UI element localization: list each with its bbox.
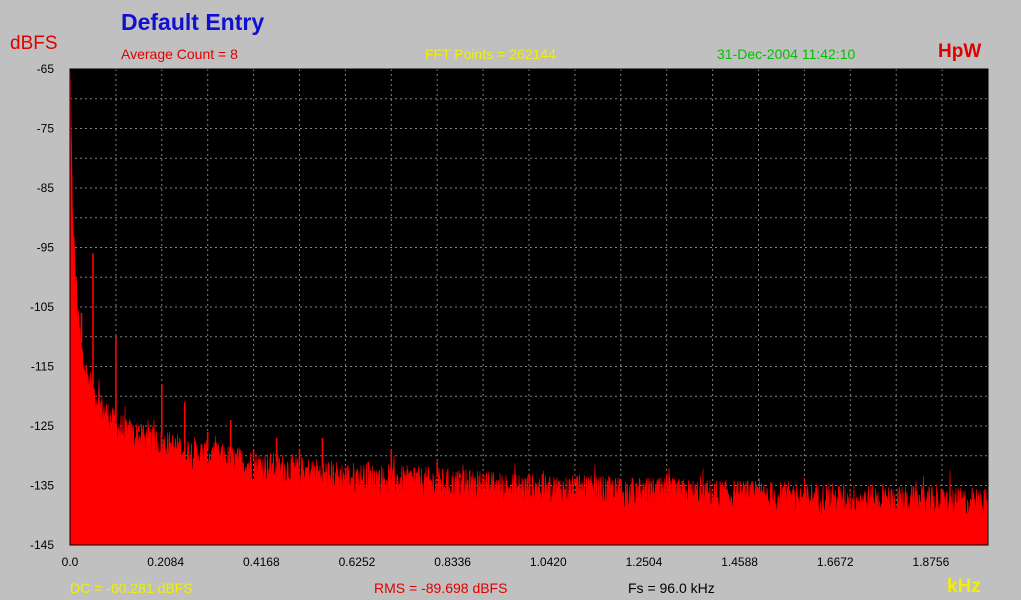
spectrum-chart: -65 -75 -85 -95 -105 -115 -125 -135 -145 0.0 0.208… — [30, 62, 989, 569]
y-tick-label: -95 — [37, 241, 55, 255]
y-tick-label: -125 — [30, 419, 54, 433]
rms-level-label: RMS = -89.698 dBFS — [374, 580, 508, 596]
y-tick-label: -115 — [31, 360, 54, 374]
x-tick-label: 0.6252 — [339, 555, 376, 569]
x-tick-label: 1.4588 — [721, 555, 758, 569]
y-tick-label: -75 — [37, 122, 55, 136]
y-tick-label: -105 — [30, 300, 54, 314]
x-tick-label: 0.8336 — [434, 555, 471, 569]
x-tick-label: 1.8756 — [913, 555, 950, 569]
x-tick-label: 0.2084 — [147, 555, 184, 569]
y-tick-label: -85 — [37, 181, 55, 195]
sample-rate-label: Fs = 96.0 kHz — [628, 580, 715, 596]
x-axis-unit-label: kHz — [947, 576, 981, 597]
dc-level-label: DC = -60.281 dBFS — [70, 580, 193, 596]
x-tick-label: 1.0420 — [530, 555, 567, 569]
y-tick-label: -65 — [37, 62, 55, 76]
x-tick-label: 1.2504 — [626, 555, 663, 569]
x-tick-label: 0.0 — [62, 555, 79, 569]
y-tick-label: -145 — [30, 538, 54, 552]
x-tick-label: 1.6672 — [817, 555, 854, 569]
x-tick-label: 0.4168 — [243, 555, 280, 569]
y-tick-label: -135 — [30, 479, 54, 493]
